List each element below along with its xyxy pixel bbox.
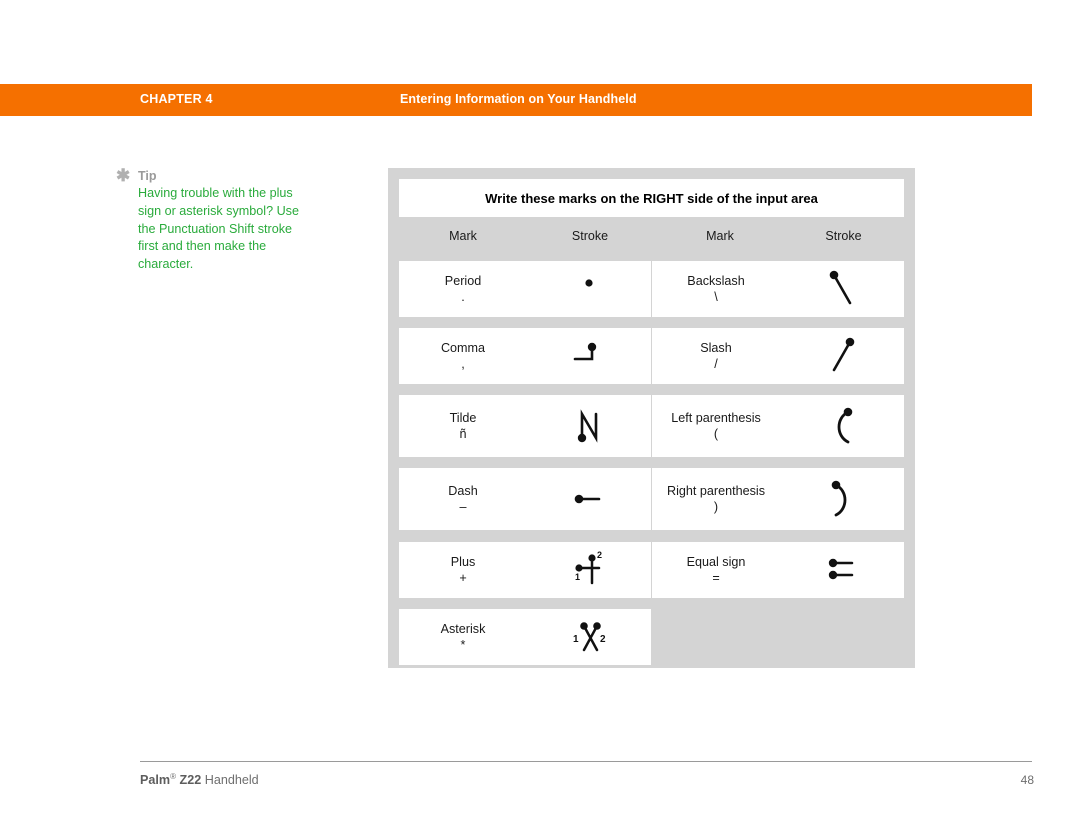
mark-cell: Backslash \ xyxy=(652,261,780,317)
stroke-cell-n-shape-icon xyxy=(527,395,651,457)
chapter-header-bar: CHAPTER 4 Entering Information on Your H… xyxy=(0,84,1032,116)
footer-brand: Palm xyxy=(140,773,171,788)
mark-cell: Slash / xyxy=(652,328,780,384)
table-row-left-parenthesis: Left parenthesis ( xyxy=(652,395,904,457)
table-row-tilde: Tilde ñ xyxy=(399,395,651,457)
stroke-cell-slash-icon xyxy=(780,328,904,384)
registered-trademark-icon: ® xyxy=(170,772,177,781)
mark-glyph: * xyxy=(460,638,466,652)
table-row-period: Period . xyxy=(399,261,651,317)
mark-cell: Left parenthesis ( xyxy=(652,395,780,457)
asterisk-icon: ✱ xyxy=(116,166,131,185)
mark-name: Backslash xyxy=(687,274,745,288)
stroke-cell-backslash-icon xyxy=(780,261,904,317)
mark-name: Equal sign xyxy=(686,555,746,569)
mark-cell: Asterisk * xyxy=(399,609,527,665)
stroke-cell-double-line-icon xyxy=(780,542,904,598)
mark-cell: Right parenthesis ) xyxy=(652,468,780,530)
stroke-cell-horizontal-line-icon xyxy=(527,468,651,530)
footer-product-label: Palm® Z22 Handheld xyxy=(140,772,259,787)
column-header-mark-left: Mark xyxy=(449,229,477,243)
column-header-mark-right: Mark xyxy=(706,229,734,243)
mark-glyph: . xyxy=(461,290,465,304)
mark-glyph: , xyxy=(461,357,465,371)
mark-glyph: ñ xyxy=(459,427,467,441)
table-row-slash: Slash / xyxy=(652,328,904,384)
mark-name: Slash xyxy=(700,341,732,355)
footer-divider xyxy=(140,761,1032,762)
table-row-asterisk: Asterisk * 1 2 xyxy=(399,609,651,665)
marks-table-title: Write these marks on the RIGHT side of t… xyxy=(485,190,818,206)
page-number: 48 xyxy=(1020,773,1034,787)
mark-cell: Plus + xyxy=(399,542,527,598)
table-row-dash: Dash – xyxy=(399,468,651,530)
mark-glyph: + xyxy=(459,571,467,585)
svg-text:2: 2 xyxy=(600,634,606,645)
mark-cell: Period . xyxy=(399,261,527,317)
footer-model: Z22 xyxy=(179,773,202,788)
footer-product: Handheld xyxy=(204,773,259,788)
table-row-comma: Comma , xyxy=(399,328,651,384)
mark-name: Dash xyxy=(448,484,478,498)
table-row-plus: Plus + 1 2 xyxy=(399,542,651,598)
mark-glyph: = xyxy=(712,571,720,585)
mark-glyph: ) xyxy=(713,500,719,514)
mark-name: Plus xyxy=(450,555,476,569)
mark-cell: Comma , xyxy=(399,328,527,384)
column-header-stroke-right: Stroke xyxy=(825,229,862,243)
svg-text:1: 1 xyxy=(573,634,579,645)
tip-body-text: Having trouble with the plus sign or ast… xyxy=(138,186,299,272)
mark-name: Asterisk xyxy=(440,622,486,636)
mark-cell: Equal sign = xyxy=(652,542,780,598)
table-row-right-parenthesis: Right parenthesis ) xyxy=(652,468,904,530)
column-header-stroke-left: Stroke xyxy=(571,229,609,243)
svg-text:2: 2 xyxy=(597,550,602,560)
mark-name: Right parenthesis xyxy=(666,484,765,498)
mark-name: Period xyxy=(444,274,482,288)
stroke-cell-cross-icon: 1 2 xyxy=(527,542,651,598)
stroke-cell-comma-hook-icon xyxy=(527,328,651,384)
mark-name: Left parenthesis xyxy=(671,411,761,425)
mark-glyph: ( xyxy=(713,427,719,441)
mark-cell: Dash – xyxy=(399,468,527,530)
mark-name: Tilde xyxy=(449,411,477,425)
stroke-cell-right-paren-icon xyxy=(780,468,904,530)
tip-label: Tip xyxy=(138,169,157,183)
table-row-equal-sign: Equal sign = xyxy=(652,542,904,598)
stroke-cell-x-icon: 1 2 xyxy=(527,609,651,665)
stroke-cell-left-paren-icon xyxy=(780,395,904,457)
marks-table-panel: Write these marks on the RIGHT side of t… xyxy=(388,168,915,668)
svg-text:1: 1 xyxy=(575,572,580,582)
stroke-cell-dot-icon xyxy=(527,261,651,317)
table-row-backslash: Backslash \ xyxy=(652,261,904,317)
marks-table-column-headers: Mark Stroke Mark Stroke xyxy=(399,223,904,253)
marks-table-title-cell: Write these marks on the RIGHT side of t… xyxy=(399,179,904,217)
chapter-title-label: Entering Information on Your Handheld xyxy=(400,92,637,106)
tip-header: ✱ Tip xyxy=(116,166,306,185)
mark-name: Comma xyxy=(440,341,486,355)
mark-glyph: \ xyxy=(714,290,718,304)
mark-glyph: – xyxy=(459,500,467,514)
mark-cell: Tilde ñ xyxy=(399,395,527,457)
mark-glyph: / xyxy=(714,357,718,371)
tip-callout: ✱ Tip Having trouble with the plus sign … xyxy=(116,166,306,274)
chapter-number-label: CHAPTER 4 xyxy=(140,92,213,106)
